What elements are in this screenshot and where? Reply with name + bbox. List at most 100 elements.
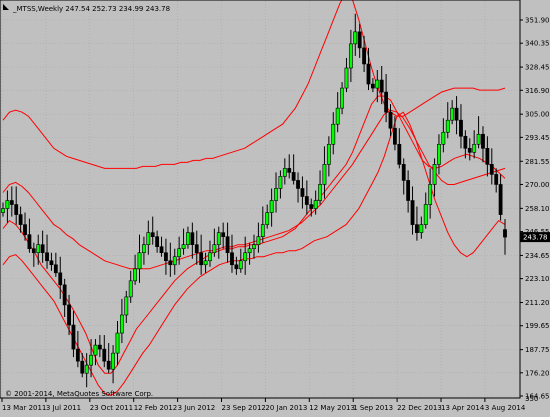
candle-down	[159, 246, 164, 254]
candle-up	[243, 252, 248, 262]
candle-up	[84, 364, 89, 374]
candle-up	[445, 119, 450, 133]
candle-up	[313, 200, 318, 209]
candle-up	[428, 184, 433, 205]
candle-down	[406, 180, 411, 201]
candle-down	[415, 224, 419, 233]
candle-down	[67, 304, 71, 326]
candle-down	[14, 204, 19, 215]
candle-down	[80, 360, 85, 374]
candle-down	[18, 214, 23, 225]
candle-up	[238, 260, 243, 270]
candle-up	[119, 314, 124, 334]
candle-up	[265, 212, 270, 225]
candle-down	[489, 164, 494, 175]
chart-title: _MTSS,Weekly 247.54 252.73 234.99 243.78	[12, 5, 170, 13]
candle-up	[133, 268, 138, 282]
price-axis-bottom-label: 350	[525, 395, 538, 403]
candle-down	[150, 232, 155, 237]
candle-up	[260, 224, 265, 237]
price-chart[interactable]: 351.90 340.35 328.45 316.90 305.00 293.45 281.…	[0, 0, 550, 413]
candle-up	[172, 256, 177, 266]
candle-down	[296, 180, 300, 189]
candle-up	[441, 131, 446, 145]
candle-up	[93, 344, 98, 356]
price-tick-label: 281.55	[525, 158, 550, 166]
candle-down	[384, 91, 389, 113]
candle-up	[322, 164, 327, 185]
candle-up	[186, 232, 190, 245]
time-tick-label: 13 Apr 2014	[441, 404, 485, 412]
candle-down	[503, 229, 507, 238]
candle-down	[388, 111, 393, 129]
price-tick-label: 293.45	[525, 134, 550, 142]
candle-down	[49, 260, 54, 266]
candle-up	[146, 232, 151, 245]
candle-up	[177, 248, 182, 258]
candle-down	[485, 148, 490, 165]
candle-up	[89, 354, 93, 366]
price-tick-label: 258.10	[525, 205, 550, 213]
price-tick-label: 199.65	[525, 322, 550, 330]
candle-down	[357, 31, 362, 49]
chart-canvas[interactable]: 351.90 340.35 328.45 316.90 305.00 293.45 281.…	[0, 0, 550, 413]
time-tick-label: 3 Jul 2011	[46, 404, 81, 412]
candle-up	[423, 204, 428, 225]
candle-down	[498, 184, 503, 215]
candle-up	[247, 248, 252, 254]
candle-up	[1, 208, 5, 213]
time-tick-label: 23 Sep 2012	[222, 404, 266, 412]
chart-background	[0, 0, 550, 413]
candle-up	[115, 332, 120, 354]
time-tick-label: 3 Jun 2012	[178, 404, 216, 412]
candle-down	[362, 47, 366, 65]
price-tick-label: 270.00	[525, 181, 550, 189]
time-tick-label: 13 Mar 2011	[2, 404, 46, 412]
price-tick-label: 328.45	[525, 64, 550, 72]
candle-down	[304, 196, 309, 205]
price-tick-label: 211.20	[525, 299, 550, 307]
price-tick-label: 223.10	[525, 275, 550, 283]
time-tick-label: 12 Feb 2012	[134, 404, 178, 412]
candle-down	[291, 172, 296, 181]
candle-down	[58, 272, 63, 286]
candle-down	[309, 204, 314, 209]
candle-up	[137, 252, 142, 270]
candle-up	[472, 143, 477, 153]
candle-down	[190, 232, 195, 245]
price-tick-label: 351.90	[525, 17, 550, 25]
candle-down	[102, 348, 107, 362]
candle-up	[269, 200, 274, 213]
candle-down	[494, 174, 499, 185]
candle-down	[199, 252, 204, 266]
candle-down	[62, 284, 67, 306]
price-tick-label: 305.00	[525, 111, 550, 119]
candle-down	[459, 119, 463, 137]
candle-up	[203, 260, 208, 266]
candle-up	[450, 107, 455, 121]
candle-down	[168, 260, 173, 266]
price-tick-label: 316.90	[525, 87, 550, 95]
candle-up	[437, 143, 441, 165]
candle-up	[5, 200, 10, 209]
candle-down	[401, 164, 406, 181]
time-tick-label: 23 Oct 2011	[90, 404, 133, 412]
candle-up	[111, 352, 115, 370]
candle-down	[71, 324, 76, 350]
copyright-label: © 2001-2014, MetaQuotes Software Corp.	[5, 390, 153, 398]
candle-up	[326, 143, 331, 165]
candle-down	[467, 148, 472, 153]
candle-down	[97, 344, 102, 350]
candle-up	[208, 252, 212, 262]
candle-up	[282, 168, 287, 177]
price-tick-label: 234.65	[525, 252, 550, 260]
candle-down	[410, 200, 415, 225]
candle-down	[379, 79, 384, 93]
candle-up	[340, 87, 344, 109]
candle-up	[278, 176, 283, 189]
candle-up	[432, 164, 437, 185]
candle-down	[27, 234, 32, 250]
candle-down	[393, 127, 397, 145]
candle-down	[45, 252, 49, 262]
candle-down	[106, 360, 111, 370]
